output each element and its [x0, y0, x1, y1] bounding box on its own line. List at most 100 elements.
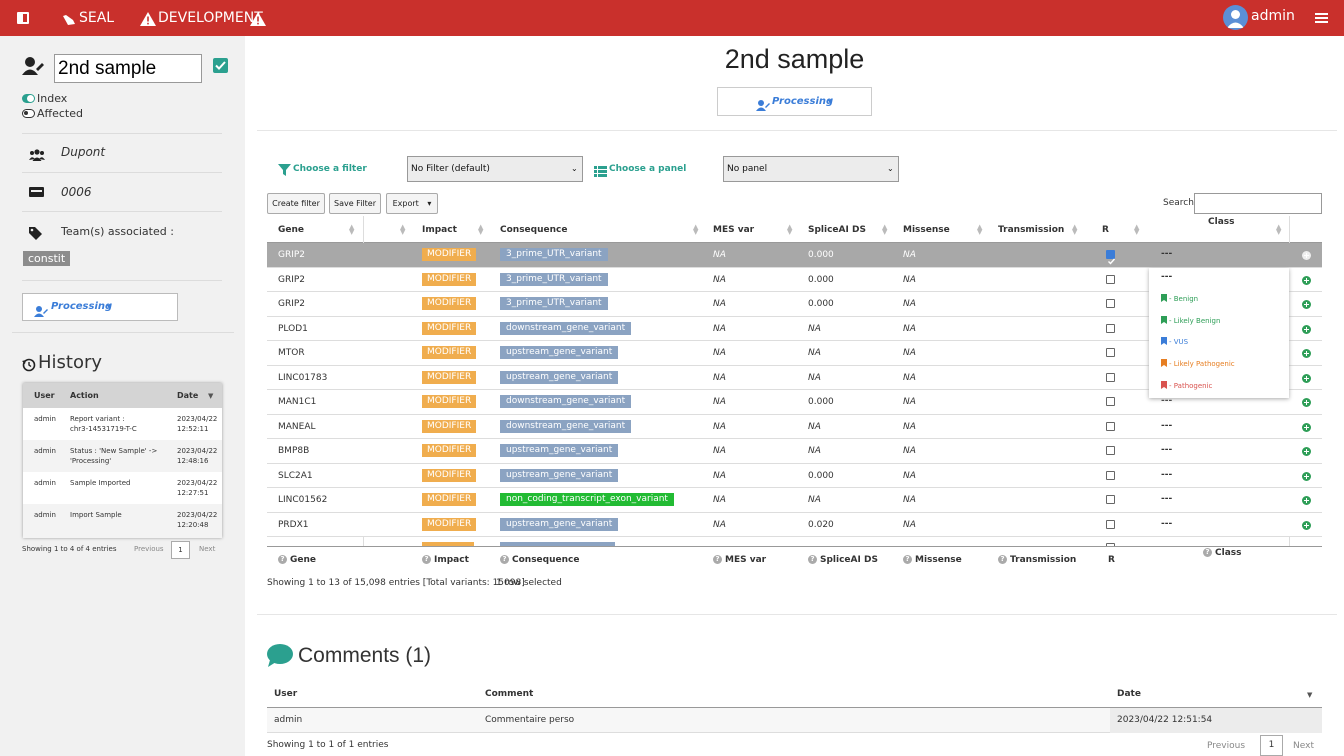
hamburger-menu-icon[interactable] [1315, 13, 1328, 23]
class-select[interactable]: --- [1161, 470, 1172, 480]
history-col-action[interactable]: Action [70, 391, 99, 400]
comments-next-button[interactable]: Next [1293, 741, 1314, 751]
col-gene[interactable]: Gene [278, 225, 304, 235]
caret-down-icon: ▾ [107, 302, 112, 311]
class-option-none[interactable]: --- [1161, 272, 1172, 282]
expand-row-icon[interactable] [1302, 398, 1311, 407]
comments-col-comment[interactable]: Comment [485, 689, 533, 699]
variant-row[interactable]: BMP8B MODIFIER upstream_gene_variant NA NA NA… [267, 439, 1322, 464]
class-option[interactable]: - VUS [1161, 337, 1188, 346]
filter-select[interactable]: No Filter (default) ⌄ [407, 156, 583, 182]
variant-row[interactable]: PRDX1 MODIFIER upstream_gene_variant NA 0.02… [267, 512, 1322, 537]
col-r[interactable]: R [1102, 225, 1109, 235]
table-row[interactable]: admin Sample Imported 2023/04/22 12:27:5… [23, 472, 222, 504]
variant-row[interactable]: GRIP2 MODIFIER 3_prime_UTR_variant NA 0.000 N… [267, 243, 1322, 268]
table-row[interactable]: admin Report variant : chr3-14531719-T-C… [23, 408, 222, 440]
variant-row[interactable]: LINC01562 MODIFIER non_coding_transcript_e… [267, 488, 1322, 513]
class-option[interactable]: - Pathogenic [1161, 380, 1212, 390]
col-class[interactable]: Class [1208, 217, 1234, 227]
consequence-badge: upstream_gene_variant [500, 346, 619, 359]
class-select[interactable]: --- [1161, 249, 1172, 259]
search-label: Search: [1163, 198, 1197, 208]
brand-link[interactable]: SEAL [79, 10, 114, 26]
col-mes-var[interactable]: MES var [713, 225, 754, 235]
panel-select[interactable]: No panel ⌄ [723, 156, 899, 182]
col-impact[interactable]: Impact [422, 225, 457, 235]
report-checkbox[interactable] [1106, 274, 1115, 284]
col-missense[interactable]: Missense [903, 225, 950, 235]
choose-panel-label[interactable]: Choose a panel [609, 164, 686, 174]
report-checkbox[interactable] [1106, 250, 1116, 265]
expand-row-icon[interactable] [1302, 300, 1311, 309]
col-transmission[interactable]: Transmission [998, 225, 1064, 235]
report-checkbox[interactable] [1106, 323, 1115, 333]
history-col-user[interactable]: User [34, 391, 55, 400]
save-filter-button[interactable]: Save Filter [329, 193, 381, 214]
class-option[interactable]: - Likely Pathogenic [1161, 359, 1235, 368]
report-checkbox[interactable] [1106, 348, 1115, 357]
report-checkbox[interactable] [1106, 299, 1115, 308]
user-avatar-icon[interactable] [1223, 5, 1248, 30]
report-checkbox[interactable] [1106, 519, 1115, 529]
expand-row-icon[interactable] [1302, 251, 1311, 260]
sample-checkbox[interactable] [213, 58, 228, 73]
report-checkbox[interactable] [1106, 397, 1115, 406]
report-checkbox[interactable] [1106, 495, 1115, 504]
report-checkbox[interactable] [1106, 470, 1115, 480]
report-checkbox[interactable] [1106, 372, 1115, 382]
report-checkbox[interactable] [1106, 446, 1115, 455]
class-select[interactable]: --- [1161, 519, 1172, 529]
filter-icon [278, 161, 291, 180]
class-select[interactable]: --- [1161, 421, 1172, 431]
history-page-button[interactable]: 1 [171, 541, 190, 559]
history-col-date[interactable]: Date [177, 391, 198, 400]
environment-label: DEVELOPMENT [158, 10, 263, 26]
affected-toggle-icon[interactable] [22, 109, 35, 118]
comments-col-date[interactable]: Date [1117, 689, 1141, 699]
comments-prev-button[interactable]: Previous [1207, 741, 1245, 751]
status-dropdown[interactable]: Processing ▾ [717, 87, 872, 116]
history-prev-button[interactable]: Previous [134, 545, 164, 553]
gene-cell: BMP8B [278, 446, 310, 456]
expand-row-icon[interactable] [1302, 349, 1311, 358]
choose-filter-label[interactable]: Choose a filter [293, 164, 367, 174]
history-next-button[interactable]: Next [199, 545, 215, 553]
sample-name-input[interactable] [54, 54, 202, 83]
mes-cell: NA [713, 495, 726, 505]
sort-desc-icon: ▼ [1307, 691, 1313, 699]
expand-row-icon[interactable] [1302, 471, 1311, 481]
mes-cell: NA [713, 446, 726, 456]
sidebar-toggle-icon[interactable] [17, 12, 29, 24]
gene-cell: MAN1C1 [278, 397, 317, 407]
class-select[interactable]: --- [1161, 445, 1172, 455]
search-input[interactable] [1194, 193, 1322, 214]
comments-page-button[interactable]: 1 [1260, 735, 1283, 756]
expand-row-icon[interactable] [1302, 373, 1311, 383]
expand-row-icon[interactable] [1302, 324, 1311, 334]
class-option[interactable]: - Benign [1161, 294, 1198, 303]
index-toggle-icon[interactable] [22, 94, 35, 103]
expand-row-icon[interactable] [1302, 275, 1311, 285]
create-filter-button[interactable]: Create filter [267, 193, 325, 214]
class-dropdown[interactable]: --- - Benign - Likely Benign - VUS - Likely… [1149, 268, 1289, 398]
expand-row-icon[interactable] [1302, 520, 1311, 530]
variant-row[interactable]: SLC2A1 MODIFIER upstream_gene_variant NA 0.0… [267, 463, 1322, 488]
export-button[interactable]: Export ▾ [386, 193, 438, 214]
class-option[interactable]: - Likely Benign [1161, 315, 1220, 325]
spliceai-cell: NA [808, 372, 821, 383]
expand-row-icon[interactable] [1302, 422, 1311, 432]
table-row[interactable]: admin Commentaire perso 2023/04/22 12:51… [267, 708, 1322, 733]
table-row[interactable]: admin Import Sample 2023/04/22 12:20:48 [23, 504, 222, 538]
sidebar-status-dropdown[interactable]: Processing ▾ [22, 293, 178, 321]
user-menu[interactable]: admin [1251, 8, 1295, 24]
col-spliceai[interactable]: SpliceAI DS [808, 225, 866, 235]
expand-row-icon[interactable] [1302, 496, 1311, 505]
expand-row-icon[interactable] [1302, 447, 1311, 456]
table-row[interactable]: admin Status : 'New Sample' -> 'Processi… [23, 440, 222, 472]
report-checkbox[interactable] [1106, 421, 1115, 431]
col-consequence[interactable]: Consequence [500, 225, 567, 235]
class-select[interactable]: --- [1161, 494, 1172, 504]
comments-col-user[interactable]: User [274, 689, 297, 699]
variant-row[interactable]: MANEAL MODIFIER downstream_gene_variant NA N… [267, 414, 1322, 439]
spliceai-cell: 0.000 [808, 274, 834, 285]
